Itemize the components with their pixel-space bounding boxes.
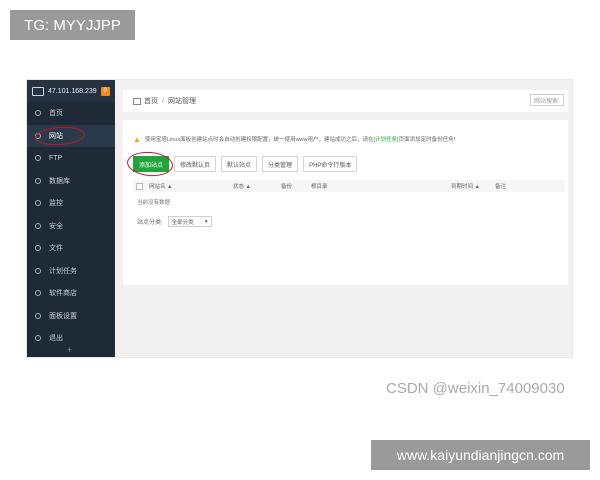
sidebar-item-ftp[interactable]: FTP bbox=[27, 147, 115, 170]
sidebar-item-files[interactable]: 文件 bbox=[27, 237, 115, 260]
sidebar-item-home[interactable]: 首页 bbox=[27, 102, 115, 125]
sidebar: 47.101.168.239 0 首页 网站 FTP 数据库 监控 安全 文件 … bbox=[27, 80, 115, 357]
home-icon bbox=[133, 97, 141, 105]
sidebar-item-security[interactable]: 安全 bbox=[27, 215, 115, 238]
monitor-chart-icon bbox=[35, 200, 41, 207]
column-note: 备注 bbox=[495, 184, 507, 190]
notice-link[interactable]: [计划任务] bbox=[374, 135, 399, 143]
filter-label: 站点分类: bbox=[137, 220, 163, 226]
sidebar-item-store[interactable]: 软件商店 bbox=[27, 282, 115, 305]
warning-icon: ▲ bbox=[133, 134, 141, 144]
sidebar-item-label: 监控 bbox=[49, 200, 63, 208]
shield-icon bbox=[35, 222, 41, 229]
column-backup: 备份 bbox=[281, 184, 293, 190]
screenshot-window: 47.101.168.239 0 首页 网站 FTP 数据库 监控 安全 文件 … bbox=[27, 80, 572, 357]
sidebar-item-settings[interactable]: 面板设置 bbox=[27, 305, 115, 328]
sidebar-item-label: 计划任务 bbox=[49, 267, 77, 275]
breadcrumb: 首页 / 网站管理 网站搜索 bbox=[123, 90, 568, 112]
main-content: 首页 / 网站管理 网站搜索 ▲ 使用宝塔Linux面板创建站点时会自动创建权限… bbox=[115, 80, 572, 357]
notification-badge[interactable]: 0 bbox=[100, 86, 110, 96]
monitor-icon bbox=[32, 86, 44, 96]
ftp-icon bbox=[35, 155, 41, 162]
breadcrumb-home[interactable]: 首页 bbox=[144, 96, 158, 106]
sidebar-item-cron[interactable]: 计划任务 bbox=[27, 260, 115, 283]
notice-text-end: 页面添加定时备份任务! bbox=[398, 137, 456, 143]
watermark-csdn: CSDN @weixin_74009030 bbox=[386, 380, 565, 397]
database-icon bbox=[35, 177, 41, 184]
store-icon bbox=[35, 290, 41, 297]
site-panel: ▲ 使用宝塔Linux面板创建站点时会自动创建权限配置，统一使用www用户。建站… bbox=[123, 120, 568, 285]
column-root: 根目录 bbox=[311, 184, 328, 190]
column-expire[interactable]: 到期时间 ▲ bbox=[451, 182, 480, 190]
sidebar-item-label: 文件 bbox=[49, 245, 63, 253]
php-cli-button[interactable]: PHP命令行版本 bbox=[303, 156, 358, 172]
edit-default-page-button[interactable]: 修改默认页 bbox=[174, 156, 217, 172]
empty-state: 当前没有数据 bbox=[137, 200, 171, 206]
sidebar-item-label: 首页 bbox=[49, 110, 63, 118]
search-input[interactable]: 网站搜索 bbox=[530, 94, 564, 106]
collapse-sidebar-button[interactable]: + bbox=[67, 345, 72, 355]
logout-icon bbox=[35, 335, 41, 342]
column-status[interactable]: 状态 ▲ bbox=[233, 182, 251, 190]
column-name[interactable]: 网站名 ▲ bbox=[149, 182, 172, 190]
table-header: 网站名 ▲ 状态 ▲ 备份 根目录 到期时间 ▲ 备注 bbox=[133, 180, 565, 192]
clock-icon bbox=[35, 267, 41, 274]
select-all-checkbox[interactable] bbox=[136, 183, 143, 190]
server-ip: 47.101.168.239 bbox=[48, 87, 97, 95]
category-filter: 站点分类: 全部分类 ▾ bbox=[137, 216, 212, 227]
sidebar-item-label: FTP bbox=[49, 154, 63, 162]
folder-icon bbox=[35, 245, 41, 252]
annotation-circle bbox=[126, 150, 174, 178]
watermark-url: www.kaiyundianjingcn.com bbox=[371, 440, 590, 470]
annotation-circle bbox=[34, 124, 86, 147]
breadcrumb-current: 网站管理 bbox=[167, 98, 196, 105]
sidebar-item-label: 面板设置 bbox=[49, 312, 77, 320]
sidebar-item-label: 数据库 bbox=[49, 177, 70, 185]
sidebar-item-label: 软件商店 bbox=[49, 290, 77, 298]
notice-bar: ▲ 使用宝塔Linux面板创建站点时会自动创建权限配置，统一使用www用户。建站… bbox=[133, 134, 564, 144]
breadcrumb-separator: / bbox=[162, 97, 164, 105]
sidebar-item-monitor[interactable]: 监控 bbox=[27, 192, 115, 215]
sidebar-item-label: 安全 bbox=[49, 222, 63, 230]
category-manage-button[interactable]: 分类管理 bbox=[262, 156, 299, 172]
sidebar-item-database[interactable]: 数据库 bbox=[27, 170, 115, 193]
gear-icon bbox=[35, 312, 41, 319]
default-site-button[interactable]: 默认站点 bbox=[221, 156, 258, 172]
sidebar-item-label: 退出 bbox=[49, 335, 63, 343]
notice-text: 使用宝塔Linux面板创建站点时会自动创建权限配置，统一使用www用户。建站成功… bbox=[144, 137, 374, 143]
category-select[interactable]: 全部分类 ▾ bbox=[167, 216, 212, 227]
server-info: 47.101.168.239 0 bbox=[27, 80, 115, 102]
sidebar-item-website[interactable]: 网站 bbox=[27, 124, 115, 147]
home-icon bbox=[35, 110, 41, 117]
category-select-value: 全部分类 bbox=[171, 219, 194, 226]
chevron-down-icon: ▾ bbox=[204, 218, 208, 225]
watermark-tag: TG: MYYJJPP bbox=[10, 10, 135, 40]
